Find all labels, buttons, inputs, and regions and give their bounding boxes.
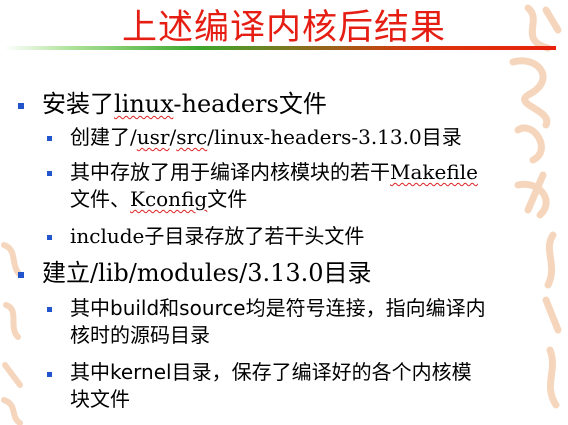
calligraphy-watermark-left bbox=[1, 242, 23, 425]
sub-item-makefile-line1: 其中存放了用于编译内核模块的若干Makefile bbox=[70, 160, 478, 185]
bullet-icon bbox=[18, 272, 24, 278]
sub-item-create-dir: 创建了/usr/src/linux-headers-3.13.0目录 bbox=[70, 125, 462, 150]
bullet-icon bbox=[47, 171, 52, 176]
sub-item-kernel-line2: 块文件 bbox=[70, 387, 130, 411]
sub-text-code: Kconfig bbox=[130, 187, 208, 211]
sub-text-pre: 文件、 bbox=[70, 187, 130, 211]
sub-item-makefile-line2: 文件、Kconfig文件 bbox=[70, 187, 247, 212]
sub-item-build-source-line1: 其中build和source均是符号连接，指向编译内 bbox=[70, 296, 486, 320]
sub-text-code1: usr bbox=[136, 125, 170, 149]
title-underline bbox=[4, 46, 556, 50]
bullet-icon bbox=[47, 235, 52, 240]
item-text-pre: 安装了 bbox=[42, 90, 114, 118]
slide-title: 上述编译内核后结果 bbox=[121, 8, 446, 48]
sub-item-build-source-line2: 核时的源码目录 bbox=[70, 323, 210, 347]
sub-text-pre: 其中存放了用于编译内核模块的若干 bbox=[70, 160, 390, 184]
sub-item-include: include子目录存放了若干头文件 bbox=[70, 224, 365, 248]
calligraphy-watermark-right bbox=[509, 4, 562, 409]
sub-text-pre: 创建了/ bbox=[70, 125, 137, 149]
bullet-icon bbox=[18, 103, 24, 109]
sub-text-post: 文件 bbox=[207, 187, 248, 211]
item-text-code: linux bbox=[114, 90, 174, 118]
bullet-icon bbox=[47, 372, 52, 377]
sub-text-code2: src bbox=[176, 125, 208, 149]
list-item-install-headers: 安装了linux-headers文件 bbox=[42, 90, 327, 118]
sub-item-kernel-line1: 其中kernel目录，保存了编译好的各个内核模 bbox=[70, 360, 472, 384]
bullet-icon bbox=[47, 307, 52, 312]
sub-text-code: Makefile bbox=[390, 160, 478, 184]
sub-text-post: /linux-headers-3.13.0目录 bbox=[207, 125, 462, 149]
item-text-post: -headers文件 bbox=[173, 90, 327, 118]
bullet-icon bbox=[47, 136, 52, 141]
list-item-lib-modules: 建立/lib/modules/3.13.0目录 bbox=[42, 259, 372, 287]
